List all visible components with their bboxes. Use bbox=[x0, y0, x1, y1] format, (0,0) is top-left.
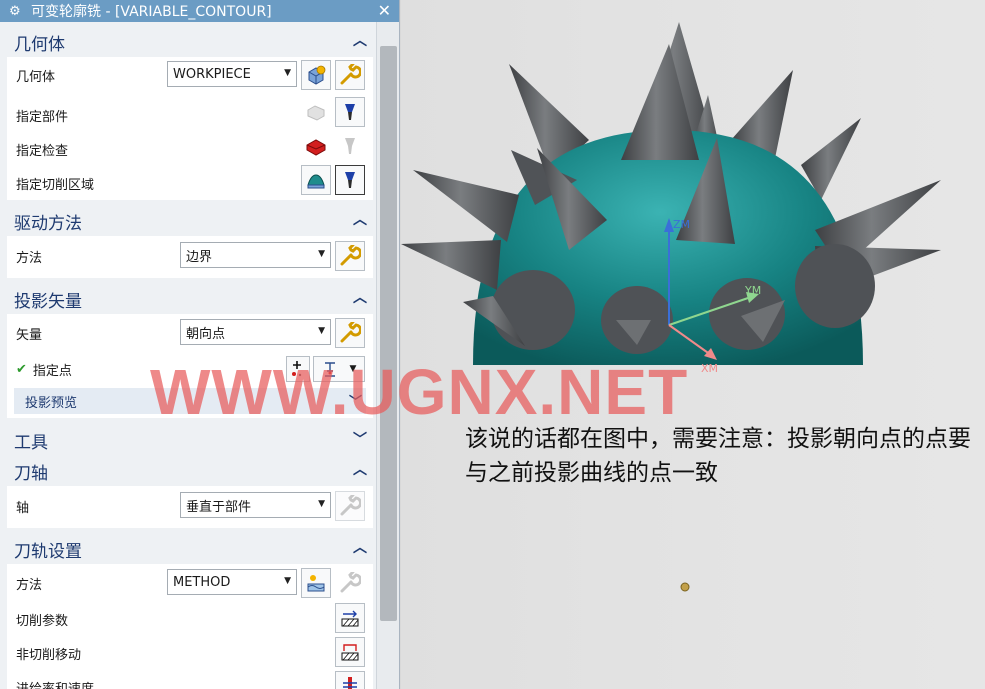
section-title-drive: 驱动方法 bbox=[14, 213, 82, 234]
feeds-speeds-label: 进给率和速度 bbox=[16, 681, 95, 689]
section-header-projection-vector[interactable]: 投影矢量 ︿ bbox=[7, 284, 373, 314]
drive-method-value: 边界 bbox=[186, 249, 213, 265]
specify-point-row: ✔ 指定点 bbox=[16, 358, 72, 380]
chevron-up-icon[interactable]: ︿ bbox=[353, 287, 367, 307]
axis-select[interactable]: 垂直于部件 ▼ bbox=[180, 492, 331, 518]
annotation-note: 该说的话都在图中，需要注意：投影朝向点的点要与之前投影曲线的点一致 bbox=[465, 426, 971, 486]
non-cutting-moves-label: 非切削移动 bbox=[16, 647, 82, 663]
cut-params-label: 切削参数 bbox=[16, 613, 69, 629]
select-part-button[interactable] bbox=[301, 97, 331, 127]
geometry-cube-icon bbox=[308, 65, 326, 85]
edit-method-button[interactable] bbox=[335, 568, 365, 598]
flashlight-icon bbox=[345, 172, 355, 188]
section-title-tool: 工具 bbox=[14, 432, 48, 453]
cut-area-icon bbox=[307, 174, 325, 189]
drive-method-label: 方法 bbox=[16, 250, 43, 266]
dialog-title: 可变轮廓铣 - [VARIABLE_CONTOUR] bbox=[31, 4, 272, 20]
geometry-select[interactable]: WORKPIECE ▼ bbox=[167, 61, 297, 87]
drive-method-select[interactable]: 边界 ▼ bbox=[180, 242, 331, 268]
axis-value: 垂直于部件 bbox=[186, 499, 252, 515]
projection-point-marker[interactable] bbox=[680, 582, 690, 592]
path-method-select[interactable]: METHOD ▼ bbox=[167, 569, 297, 595]
dropdown-arrow-icon: ▼ bbox=[284, 68, 291, 78]
watermark-text: WWW.UGNX.NET bbox=[150, 356, 689, 428]
wrench-icon bbox=[340, 322, 361, 343]
axis-label-zm: ZM bbox=[673, 218, 690, 231]
wrench-icon bbox=[340, 572, 361, 593]
projection-preview-label: 投影预览 bbox=[25, 395, 78, 411]
part-block-icon bbox=[307, 105, 325, 121]
section-body-geometry: 几何体 WORKPIECE ▼ 指定部件 指定检查 指定切削区域 bbox=[7, 57, 373, 200]
dialog-title-bar[interactable]: ⚙ 可变轮廓铣 - [VARIABLE_CONTOUR] ✕ bbox=[0, 0, 399, 22]
select-check-button[interactable] bbox=[301, 131, 331, 161]
section-title-projection: 投影矢量 bbox=[14, 291, 82, 312]
section-title-geometry: 几何体 bbox=[14, 34, 65, 55]
checkmark-icon: ✔ bbox=[16, 361, 27, 377]
method-icon bbox=[307, 575, 325, 592]
axis-label: 轴 bbox=[16, 500, 30, 516]
scrollbar-thumb[interactable] bbox=[380, 46, 397, 621]
close-icon[interactable]: ✕ bbox=[378, 0, 391, 22]
chevron-up-icon[interactable]: ︿ bbox=[353, 537, 367, 557]
dropdown-arrow-icon: ▼ bbox=[318, 499, 325, 509]
specify-part-label: 指定部件 bbox=[16, 109, 69, 125]
new-geometry-button[interactable] bbox=[301, 60, 331, 90]
edit-vector-button[interactable] bbox=[335, 318, 365, 348]
display-cut-area-button[interactable] bbox=[335, 165, 365, 195]
geometry-select-value: WORKPIECE bbox=[173, 66, 251, 82]
edit-axis-button[interactable] bbox=[335, 491, 365, 521]
vector-label: 矢量 bbox=[16, 327, 43, 343]
section-body-path-settings: 方法 METHOD ▼ 切削参数 非切削移动 进给率和速度 bbox=[7, 564, 373, 689]
display-part-button[interactable] bbox=[335, 97, 365, 127]
flashlight-icon bbox=[345, 138, 355, 154]
wrench-icon bbox=[340, 495, 361, 516]
display-check-button[interactable] bbox=[335, 131, 365, 161]
variable-contour-dialog: ⚙ 可变轮廓铣 - [VARIABLE_CONTOUR] ✕ 几何体 ︿ 几何体… bbox=[0, 0, 400, 689]
graphics-viewport[interactable]: ZM YM XM bbox=[401, 0, 985, 689]
specify-cut-area-label: 指定切削区域 bbox=[16, 177, 95, 193]
dropdown-arrow-icon: ▼ bbox=[318, 249, 325, 259]
wrench-icon bbox=[340, 64, 361, 85]
section-header-tool-axis[interactable]: 刀轴 ︿ bbox=[7, 456, 373, 486]
path-method-label: 方法 bbox=[16, 577, 43, 593]
section-body-tool-axis: 轴 垂直于部件 ▼ bbox=[7, 486, 373, 528]
chevron-up-icon[interactable]: ︿ bbox=[353, 30, 367, 50]
path-method-value: METHOD bbox=[173, 574, 231, 590]
section-header-tool[interactable]: 工具 ﹀ bbox=[7, 425, 373, 455]
chevron-up-icon[interactable]: ︿ bbox=[353, 459, 367, 479]
section-header-drive-method[interactable]: 驱动方法 ︿ bbox=[7, 206, 373, 236]
cut-params-icon bbox=[341, 610, 359, 627]
chevron-down-icon[interactable]: ﹀ bbox=[353, 429, 367, 449]
section-header-path-settings[interactable]: 刀轨设置 ︿ bbox=[7, 534, 373, 564]
geometry-label: 几何体 bbox=[16, 69, 56, 85]
non-cutting-moves-icon bbox=[341, 644, 359, 661]
dropdown-arrow-icon: ▼ bbox=[318, 326, 325, 336]
vector-value: 朝向点 bbox=[186, 326, 226, 342]
axis-label-ym: YM bbox=[744, 284, 761, 297]
flashlight-icon bbox=[345, 104, 355, 120]
chevron-up-icon[interactable]: ︿ bbox=[353, 209, 367, 229]
feeds-speeds-button[interactable] bbox=[335, 671, 365, 689]
cut-params-button[interactable] bbox=[335, 603, 365, 633]
section-title-path-settings: 刀轨设置 bbox=[14, 541, 82, 562]
vector-select[interactable]: 朝向点 ▼ bbox=[180, 319, 331, 345]
select-cut-area-button[interactable] bbox=[301, 165, 331, 195]
section-header-geometry[interactable]: 几何体 ︿ bbox=[7, 27, 373, 57]
new-method-button[interactable] bbox=[301, 568, 331, 598]
specify-point-label: 指定点 bbox=[32, 363, 72, 379]
check-geometry-icon bbox=[306, 139, 326, 156]
section-title-tool-axis: 刀轴 bbox=[14, 463, 48, 484]
spiked-dome-model[interactable]: ZM YM XM bbox=[401, 0, 985, 689]
edit-geometry-button[interactable] bbox=[335, 60, 365, 90]
feeds-speeds-icon bbox=[343, 677, 357, 689]
edit-drive-method-button[interactable] bbox=[335, 241, 365, 271]
non-cutting-moves-button[interactable] bbox=[335, 637, 365, 667]
section-body-drive-method: 方法 边界 ▼ bbox=[7, 236, 373, 278]
gear-icon[interactable]: ⚙ bbox=[9, 4, 25, 19]
dropdown-arrow-icon: ▼ bbox=[284, 576, 291, 586]
wrench-icon bbox=[340, 245, 361, 266]
specify-check-label: 指定检查 bbox=[16, 143, 69, 159]
